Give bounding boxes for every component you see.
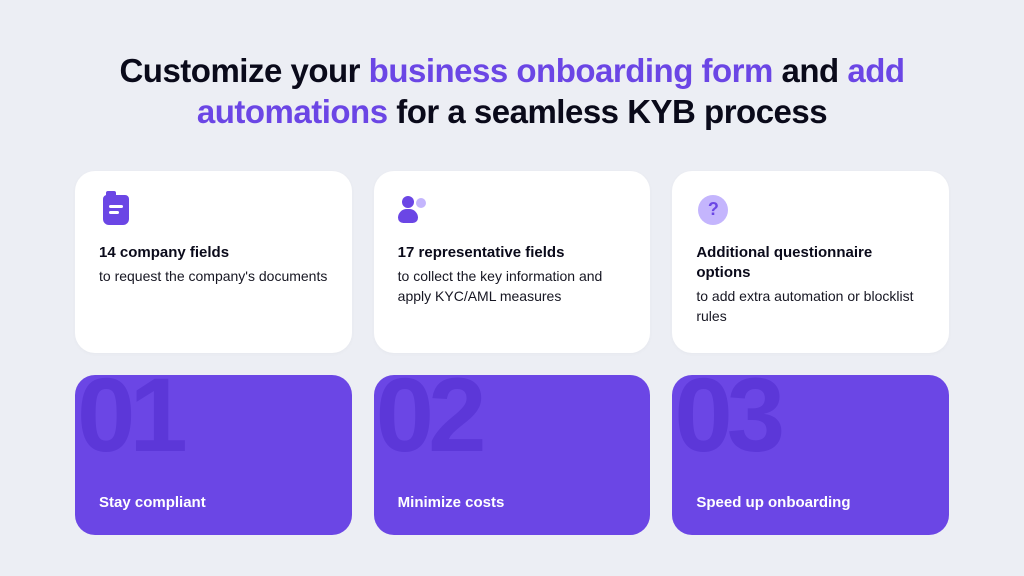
people-icon: [398, 193, 432, 227]
headline-part1: Customize your: [119, 52, 368, 89]
feature-cards-row: 14 company fields to request the company…: [75, 171, 949, 353]
benefit-number: 02: [376, 375, 481, 468]
benefit-label: Speed up onboarding: [696, 494, 925, 511]
benefit-tile-costs: 02 Minimize costs: [374, 375, 651, 535]
feature-card-desc: to request the company's documents: [99, 266, 328, 286]
main-headline: Customize your business onboarding form …: [75, 50, 949, 133]
headline-accent1: business onboarding form: [369, 52, 773, 89]
feature-card-title: 14 company fields: [99, 243, 328, 263]
benefit-number: 03: [674, 375, 779, 468]
question-icon: ?: [696, 193, 730, 227]
benefit-number: 01: [77, 375, 182, 468]
feature-card-questionnaire-options: ? Additional questionnaire options to ad…: [672, 171, 949, 353]
feature-card-company-fields: 14 company fields to request the company…: [75, 171, 352, 353]
benefit-label: Minimize costs: [398, 494, 627, 511]
feature-card-desc: to collect the key information and apply…: [398, 266, 627, 307]
feature-card-title: Additional questionnaire options: [696, 243, 925, 284]
benefit-tile-compliant: 01 Stay compliant: [75, 375, 352, 535]
benefit-tile-onboarding: 03 Speed up onboarding: [672, 375, 949, 535]
benefit-tiles-row: 01 Stay compliant 02 Minimize costs 03 S…: [75, 375, 949, 535]
feature-card-title: 17 representative fields: [398, 243, 627, 263]
feature-card-desc: to add extra automation or blocklist rul…: [696, 286, 925, 327]
feature-card-representative-fields: 17 representative fields to collect the …: [374, 171, 651, 353]
headline-part2: and: [773, 52, 848, 89]
document-icon: [99, 193, 133, 227]
benefit-label: Stay compliant: [99, 494, 328, 511]
headline-part3: for a seamless KYB process: [388, 93, 828, 130]
